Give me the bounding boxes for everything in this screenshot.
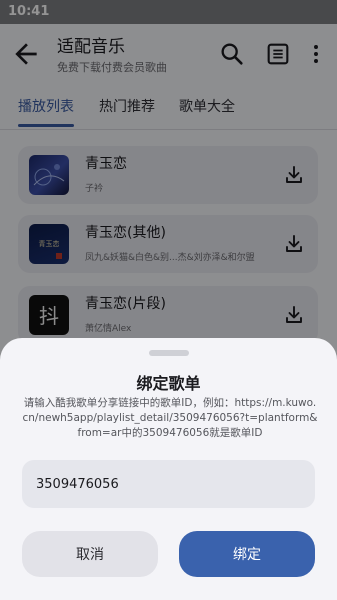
dialog-description: 请输入酷我歌单分享链接中的歌单ID，例如：https://m.kuwo.cn/n… — [22, 397, 318, 439]
playlist-id-input[interactable] — [22, 460, 315, 508]
bind-button[interactable]: 绑定 — [179, 531, 315, 577]
playlist-id-field[interactable] — [22, 460, 315, 508]
drag-handle[interactable] — [149, 350, 189, 356]
bind-playlist-sheet: 绑定歌单 请输入酷我歌单分享链接中的歌单ID，例如：https://m.kuwo… — [0, 338, 337, 600]
cancel-button[interactable]: 取消 — [22, 531, 158, 577]
dialog-title: 绑定歌单 — [136, 374, 201, 393]
